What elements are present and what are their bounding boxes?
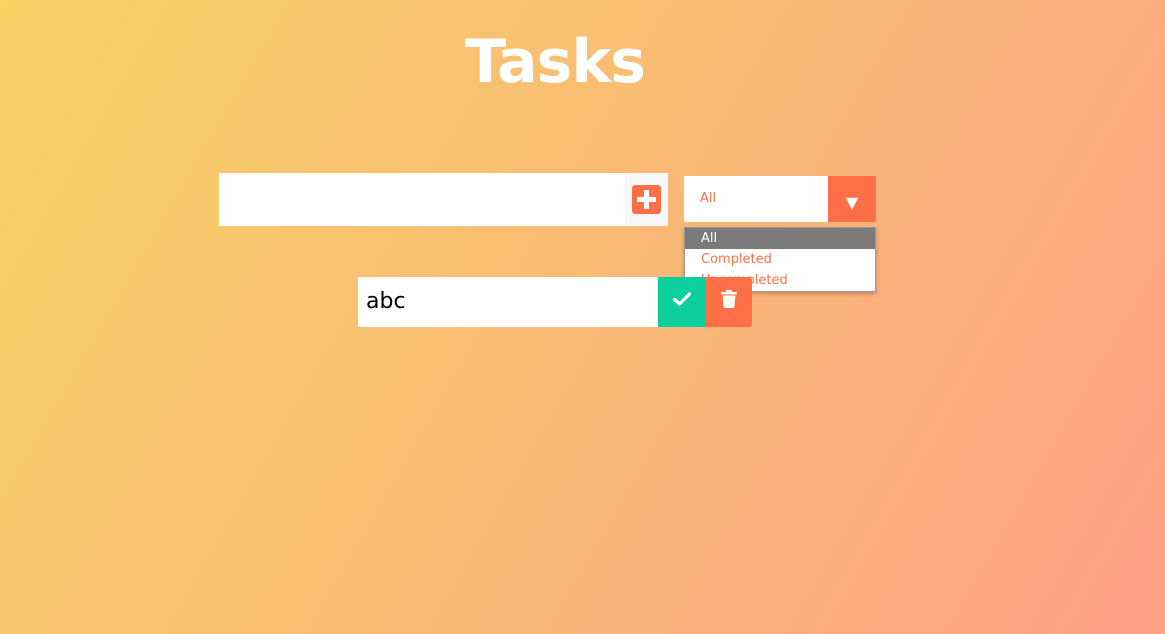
check-icon xyxy=(673,292,691,306)
trash-icon xyxy=(721,290,737,308)
todo-item: abc xyxy=(358,277,752,327)
task-input[interactable] xyxy=(219,173,625,226)
page-title: Tasks xyxy=(464,27,646,97)
delete-button[interactable] xyxy=(706,277,752,327)
add-task-button[interactable] xyxy=(625,173,668,226)
plus-square-icon xyxy=(632,185,661,214)
todo-text: abc xyxy=(358,277,658,327)
complete-button[interactable] xyxy=(658,277,706,327)
filter-selected-value: All xyxy=(700,191,717,206)
filter-option-completed[interactable]: Completed xyxy=(685,249,875,270)
chevron-down-icon[interactable]: ▼ xyxy=(828,176,876,222)
filter-select[interactable]: All ▼ xyxy=(684,176,876,222)
filter-option-all[interactable]: All xyxy=(685,228,875,249)
